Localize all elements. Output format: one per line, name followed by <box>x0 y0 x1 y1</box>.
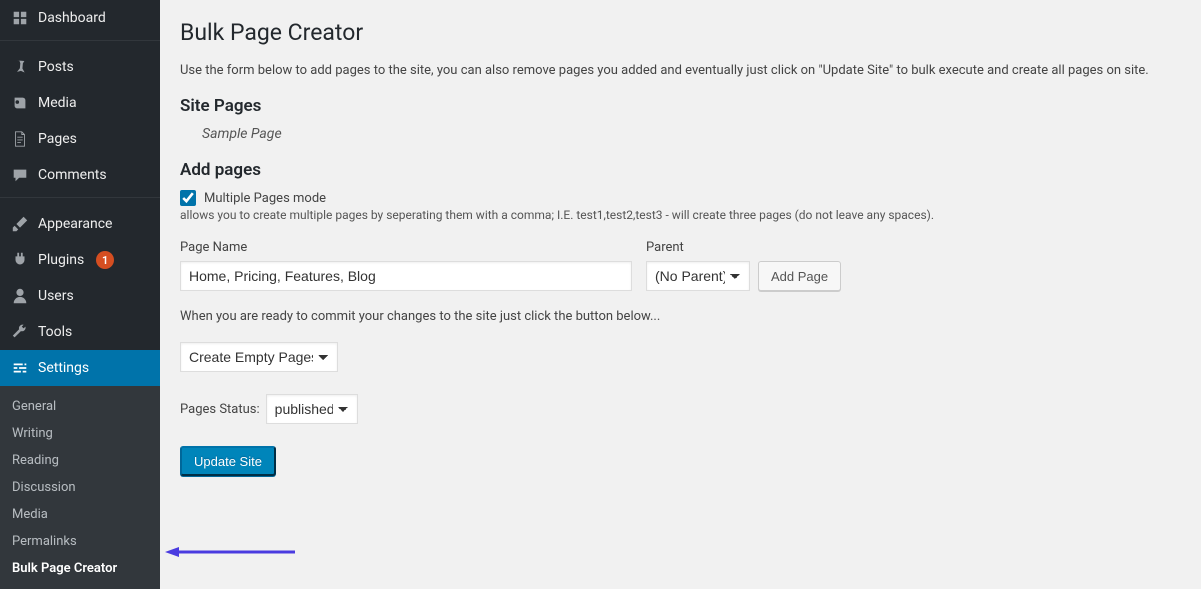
sidebar-item-label: Settings <box>38 360 89 376</box>
pin-icon <box>10 57 30 77</box>
page-name-input[interactable] <box>180 261 632 291</box>
sidebar-item-label: Pages <box>38 131 77 147</box>
sidebar-item-media[interactable]: Media <box>0 85 160 121</box>
sidebar-submenu-settings: General Writing Reading Discussion Media… <box>0 386 160 589</box>
sidebar-sub-permalinks[interactable]: Permalinks <box>0 528 160 555</box>
brush-icon <box>10 214 30 234</box>
sidebar-item-tools[interactable]: Tools <box>0 314 160 350</box>
user-icon <box>10 286 30 306</box>
sidebar-item-posts[interactable]: Posts <box>0 49 160 85</box>
multiple-pages-label: Multiple Pages mode <box>204 191 326 206</box>
sidebar-item-label: Dashboard <box>38 10 106 26</box>
admin-sidebar: Dashboard Posts Media Pages Comments App… <box>0 0 160 572</box>
parent-label: Parent <box>646 240 841 255</box>
sidebar-sub-reading[interactable]: Reading <box>0 447 160 474</box>
sidebar-sub-discussion[interactable]: Discussion <box>0 474 160 501</box>
sidebar-sub-media[interactable]: Media <box>0 501 160 528</box>
sidebar-item-plugins[interactable]: Plugins 1 <box>0 242 160 278</box>
update-site-button[interactable]: Update Site <box>180 446 276 476</box>
comments-icon <box>10 165 30 185</box>
sidebar-item-comments[interactable]: Comments <box>0 157 160 193</box>
sidebar-item-label: Posts <box>38 59 74 75</box>
pages-icon <box>10 129 30 149</box>
sidebar-sub-bulk-page-creator[interactable]: Bulk Page Creator <box>0 555 160 582</box>
sidebar-item-settings[interactable]: Settings <box>0 350 160 386</box>
settings-slider-icon <box>10 358 30 378</box>
sidebar-item-pages[interactable]: Pages <box>0 121 160 157</box>
sidebar-separator <box>0 197 160 202</box>
sidebar-item-users[interactable]: Users <box>0 278 160 314</box>
pages-status-label: Pages Status: <box>180 402 260 417</box>
sidebar-item-label: Media <box>38 95 77 111</box>
dashboard-icon <box>10 8 30 28</box>
sidebar-item-label: Appearance <box>38 216 112 232</box>
section-add-pages: Add pages <box>180 160 1181 180</box>
page-title: Bulk Page Creator <box>180 10 1181 50</box>
multiple-pages-checkbox[interactable] <box>180 190 196 206</box>
sidebar-item-label: Plugins <box>38 252 84 268</box>
add-page-button[interactable]: Add Page <box>758 261 841 291</box>
wrench-icon <box>10 322 30 342</box>
sidebar-item-label: Tools <box>38 324 72 340</box>
updates-badge: 1 <box>96 251 114 269</box>
main-content: Bulk Page Creator Use the form below to … <box>160 0 1201 572</box>
sidebar-sub-general[interactable]: General <box>0 393 160 420</box>
sidebar-item-label: Comments <box>38 167 107 183</box>
media-icon <box>10 93 30 113</box>
template-select[interactable]: Create Empty Pages <box>180 342 338 372</box>
sidebar-separator <box>0 40 160 45</box>
ready-text: When you are ready to commit your change… <box>180 309 1181 324</box>
existing-page-item: Sample Page <box>202 126 1181 142</box>
pages-status-select[interactable]: published <box>266 394 358 424</box>
section-site-pages: Site Pages <box>180 96 1181 116</box>
page-name-label: Page Name <box>180 240 632 255</box>
sidebar-item-label: Users <box>38 288 74 304</box>
multiple-pages-hint: allows you to create multiple pages by s… <box>180 208 1181 222</box>
sidebar-item-appearance[interactable]: Appearance <box>0 206 160 242</box>
parent-select[interactable]: (No Parent) <box>646 261 750 291</box>
plug-icon <box>10 250 30 270</box>
sidebar-sub-writing[interactable]: Writing <box>0 420 160 447</box>
intro-text: Use the form below to add pages to the s… <box>180 63 1181 78</box>
sidebar-item-dashboard[interactable]: Dashboard <box>0 0 160 36</box>
